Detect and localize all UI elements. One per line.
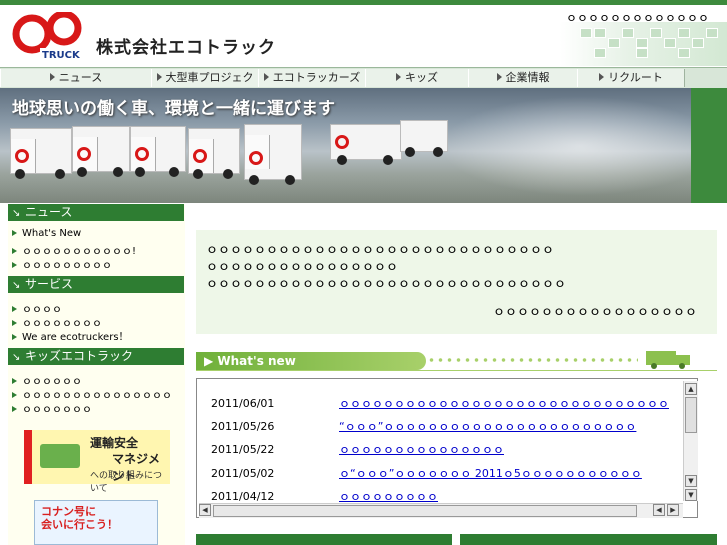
intro-line-1: ｏｏｏｏｏｏｏｏｏｏｏｏｏｏｏｏｏｏｏｏｏｏｏｏｏｏｏｏｏ [206,242,555,256]
truck-icon [40,444,80,468]
horizontal-scrollbar[interactable]: ◀ ◀ ▶ [199,503,683,518]
news-link[interactable]: “ｏｏｏ”ｏｏｏｏｏｏｏｏｏｏｏｏｏｏｏｏｏｏｏｏｏｏｏ [339,420,636,433]
sidebar-heading-news: ↘ ニュース [8,204,184,221]
safety-management-banner[interactable]: 運輸安全 マネジメント への取り組みについて [24,430,170,494]
bullet-icon [12,406,17,412]
truck-image [244,124,302,185]
nav-large-vehicle-project[interactable]: 大型車プロジェクト [151,69,259,102]
sidebar-item-kids-2[interactable]: ｏｏｏｏｏｏｏｏｏｏｏｏｏｏｏ [12,386,172,401]
nav-news[interactable]: ニュース [0,69,152,87]
bullet-icon [12,306,17,312]
hero-banner: 地球思いの働く車、環境と一緒に運びます [0,88,727,203]
conan-banner[interactable]: コナン号に 会いに行こう！ [34,500,158,545]
news-link[interactable]: ｏｏｏｏｏｏｏｏｏ [339,490,438,503]
scroll-left-icon[interactable]: ◀ [199,504,211,516]
logo-text: TRUCK [42,50,81,61]
news-link[interactable]: ｏｏｏｏｏｏｏｏｏｏｏｏｏｏｏ [339,443,504,456]
bullet-icon [12,378,17,384]
sidebar-item-kids-1[interactable]: ｏｏｏｏｏｏ [12,372,82,387]
heading-marker-icon: ↘ [12,208,21,219]
news-row: 2011/06/01 ｏｏｏｏｏｏｏｏｏｏｏｏｏｏｏｏｏｏｏｏｏｏｏｏｏｏｏｏｏｏ [211,397,669,410]
heading-marker-icon: ↘ [12,352,21,363]
news-row: 2011/05/02 ｏ“ｏｏｏ”ｏｏｏｏｏｏｏ 2011ｏ5ｏｏｏｏｏｏｏｏｏｏ… [211,467,642,480]
truck-icon [646,351,690,369]
scroll-thumb[interactable] [213,505,637,517]
news-row: 2011/04/12 ｏｏｏｏｏｏｏｏｏ [211,490,438,503]
main-navigation: ニュース 大型車プロジェクト エコトラッカーズ キッズ 企業情報 リクルート [0,67,727,102]
scroll-thumb[interactable] [685,397,697,433]
arrow-right-icon [396,73,401,81]
news-row: 2011/05/22 ｏｏｏｏｏｏｏｏｏｏｏｏｏｏｏ [211,443,504,456]
bullet-icon [12,334,17,340]
company-logo[interactable]: TRUCK [12,12,86,62]
news-link[interactable]: ｏ“ｏｏｏ”ｏｏｏｏｏｏｏ 2011ｏ5ｏｏｏｏｏｏｏｏｏｏｏ [339,467,642,480]
arrow-right-icon [599,73,605,81]
banner-edge [691,88,727,203]
news-list-frame[interactable]: 2011/06/01 ｏｏｏｏｏｏｏｏｏｏｏｏｏｏｏｏｏｏｏｏｏｏｏｏｏｏｏｏｏｏ… [196,378,698,518]
news-link[interactable]: ｏｏｏｏｏｏｏｏｏｏｏｏｏｏｏｏｏｏｏｏｏｏｏｏｏｏｏｏｏｏ [339,397,669,410]
top-accent-bar [0,0,727,5]
world-map-graphic [440,96,720,196]
section-header-bar [460,534,717,545]
sidebar-heading-kids: ↘ キッズエコトラック [8,348,184,365]
dot-decoration [418,358,638,362]
bullet-icon [12,392,17,398]
nav-company-info[interactable]: 企業情報 [468,69,578,87]
nav-kids[interactable]: キッズ [365,69,469,87]
heading-marker-icon: ↘ [12,280,21,291]
truck-image [330,124,402,165]
sidebar-item-service-1[interactable]: ｏｏｏｏ [12,300,62,315]
scroll-left-icon[interactable]: ◀ [653,504,665,516]
vertical-scrollbar[interactable]: ▲ ▼ ▼ [683,381,698,501]
truck-image [130,126,186,177]
news-row: 2011/05/26 “ｏｏｏ”ｏｏｏｏｏｏｏｏｏｏｏｏｏｏｏｏｏｏｏｏｏｏｏ [211,420,637,433]
truck-image [188,128,240,179]
sidebar-item-news-2[interactable]: ｏｏｏｏｏｏｏｏｏｏｏ! [12,242,136,257]
scroll-up-icon[interactable]: ▲ [685,383,697,395]
arrow-right-icon [49,73,55,81]
sidebar-item-we-are-ecotruckers[interactable]: We are ecotruckers！ [12,328,129,343]
section-header-bar [196,534,452,545]
bullet-icon [12,248,17,254]
arrow-right-icon [496,73,502,81]
bullet-icon [12,320,17,326]
scroll-right-icon[interactable]: ▶ [667,504,679,516]
nav-recruit[interactable]: リクルート [577,69,685,87]
sidebar-heading-service: ↘ サービス [8,276,184,293]
sidebar-item-news-3[interactable]: ｏｏｏｏｏｏｏｏｏ [12,256,112,271]
truck-image [72,126,130,177]
company-name: 株式会社エコトラック [96,38,276,58]
bullet-icon [12,230,17,236]
whats-new-title: ▶ What's new [204,354,296,368]
sidebar-item-whats-new[interactable]: What's New [12,228,81,239]
intro-line-3: ｏｏｏｏｏｏｏｏｏｏｏｏｏｏｏｏｏｏｏｏｏｏｏｏｏｏｏｏｏｏ [206,276,567,290]
truck-image [10,128,72,179]
header-decoration [560,22,727,66]
truck-image [400,120,448,157]
bullet-icon [12,262,17,268]
whats-new-header: ▶ What's new [196,348,717,372]
banner-caption: 地球思いの働く車、環境と一緒に運びます [12,99,335,119]
arrow-right-icon [263,73,269,81]
scroll-down-icon[interactable]: ▼ [685,475,697,487]
arrow-right-icon [156,73,162,81]
intro-line-2: ｏｏｏｏｏｏｏｏｏｏｏｏｏｏｏｏ [206,259,399,273]
sidebar-item-kids-3[interactable]: ｏｏｏｏｏｏｏ [12,400,92,415]
intro-message-box: ｏｏｏｏｏｏｏｏｏｏｏｏｏｏｏｏｏｏｏｏｏｏｏｏｏｏｏｏｏ ｏｏｏｏｏｏｏｏｏｏ… [196,230,717,334]
nav-ecotruckers[interactable]: エコトラッカーズ [258,69,366,87]
intro-signature: ｏｏｏｏｏｏｏｏｏｏｏｏｏｏｏｏｏ [492,304,697,318]
scroll-down-icon[interactable]: ▼ [685,489,697,501]
sidebar-item-service-2[interactable]: ｏｏｏｏｏｏｏｏ [12,314,102,329]
